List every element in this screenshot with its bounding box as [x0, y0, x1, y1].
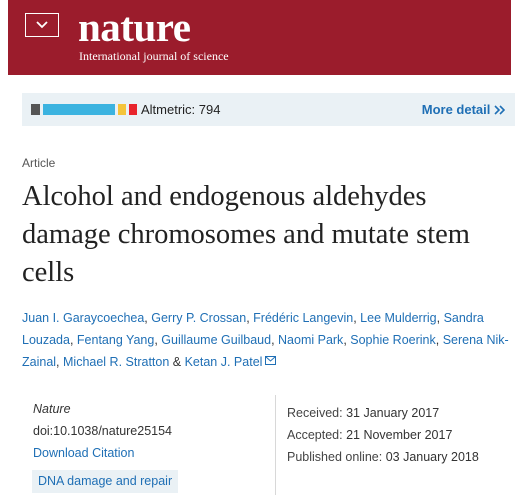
received-label: Received:: [287, 406, 343, 420]
author-separator: ,: [56, 355, 63, 369]
download-citation-link[interactable]: Download Citation: [33, 446, 134, 460]
received-date: Received: 31 January 2017: [287, 402, 479, 424]
published-value: 03 January 2018: [385, 450, 479, 464]
accepted-label: Accepted:: [287, 428, 343, 442]
altmetric-swatch: [43, 104, 93, 115]
journal-name[interactable]: Nature: [33, 402, 71, 416]
article-meta-left: Nature doi:10.1038/nature25154 Download …: [22, 395, 276, 495]
author-link[interactable]: Ketan J. Patel: [185, 355, 263, 369]
author-link[interactable]: Sophie Roerink: [350, 333, 435, 347]
author-link[interactable]: Juan I. Garaycoechea: [22, 311, 144, 325]
article-type: Article: [22, 156, 56, 170]
altmetric-bar: Altmetric: 794 More detail: [22, 93, 515, 126]
article-dates: Received: 31 January 2017 Accepted: 21 N…: [287, 402, 479, 468]
menu-button[interactable]: [25, 13, 59, 37]
altmetric-swatch: [129, 104, 137, 115]
article-title: Alcohol and endogenous aldehydes damage …: [22, 181, 470, 288]
subject-tag[interactable]: DNA damage and repair: [32, 470, 179, 493]
author-link[interactable]: Naomi Park: [278, 333, 343, 347]
more-detail-label: More detail: [421, 102, 491, 117]
site-header: nature International journal of science: [8, 0, 511, 75]
accepted-date: Accepted: 21 November 2017: [287, 424, 479, 446]
published-date: Published online: 03 January 2018: [287, 446, 479, 468]
author-separator: ,: [435, 333, 443, 347]
author-link[interactable]: Guillaume Guilbaud: [161, 333, 271, 347]
double-chevron-right-icon: [494, 105, 506, 115]
altmetric-swatch: [31, 104, 40, 115]
published-label: Published online:: [287, 450, 383, 464]
nature-logo[interactable]: nature: [78, 7, 191, 48]
doi: doi:10.1038/nature25154: [33, 424, 173, 438]
author-link[interactable]: Gerry P. Crossan: [151, 311, 246, 325]
altmetric-score: Altmetric: 794: [141, 102, 221, 117]
author-link[interactable]: Lee Mulderrig: [360, 311, 436, 325]
more-detail-link[interactable]: More detail: [421, 102, 506, 117]
author-separator: &: [169, 355, 185, 369]
mail-icon[interactable]: [265, 356, 277, 365]
accepted-value: 21 November 2017: [346, 428, 453, 442]
author-separator: ,: [436, 311, 444, 325]
chevron-down-icon: [36, 21, 48, 29]
author-separator: ,: [271, 333, 279, 347]
author-link[interactable]: Michael R. Stratton: [63, 355, 169, 369]
altmetric-swatch: [93, 104, 115, 115]
author-separator: ,: [69, 333, 77, 347]
logo-tagline: International journal of science: [79, 49, 229, 63]
received-value: 31 January 2017: [346, 406, 440, 420]
author-link[interactable]: Fentang Yang: [77, 333, 154, 347]
author-link[interactable]: Frédéric Langevin: [253, 311, 353, 325]
altmetric-swatch: [118, 104, 126, 115]
author-list: Juan I. Garaycoechea, Gerry P. Crossan, …: [22, 307, 514, 373]
